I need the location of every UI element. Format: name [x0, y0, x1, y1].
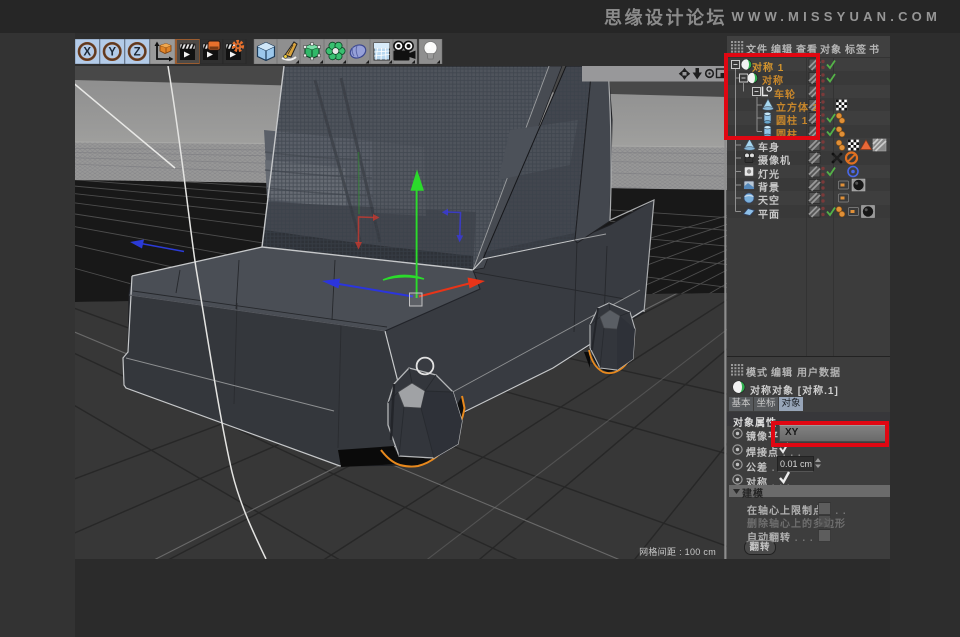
- svg-text:网格间距 : 100 cm: 网格间距 : 100 cm: [639, 546, 716, 557]
- svg-text:Y: Y: [108, 47, 116, 59]
- svg-text:X: X: [83, 47, 91, 59]
- svg-text:Z: Z: [134, 47, 141, 59]
